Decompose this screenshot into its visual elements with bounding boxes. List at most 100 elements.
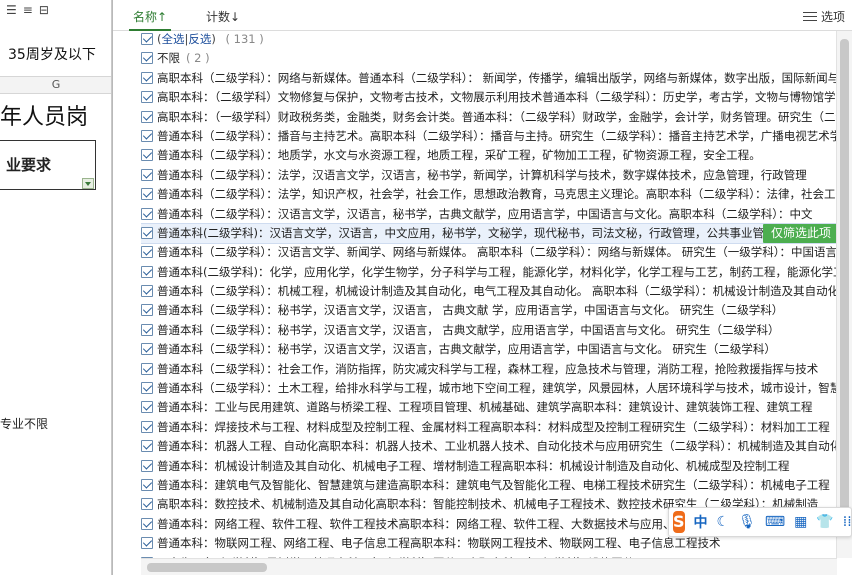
list-item[interactable]: 普通本科（二级学科）：播音与主持艺术。高职本科（二级学科）：播音与主持。研究生（… — [141, 127, 837, 146]
checkbox[interactable] — [141, 168, 153, 181]
align-left-icon[interactable]: ☰ — [6, 3, 17, 17]
list-item-label: 普通本科：机器人工程、自动化高职本科：机器人技术、工业机器人技术、自动化技术与应… — [157, 439, 837, 454]
checkbox[interactable] — [141, 52, 153, 65]
list-item[interactable]: 高职本科：（一级学科）财政税务类，金融类，财务会计类。普通本科：（二级学科）财政… — [141, 108, 837, 127]
list-item[interactable]: 普通本科：物联网工程、网络工程、电子信息工程高职本科：物联网工程技术、物联网工程… — [141, 534, 837, 553]
list-item-label: 普通本科：机械设计制造及其自动化、机械电子工程、增材制造工程高职本科：机械设计制… — [157, 458, 790, 473]
checkbox[interactable] — [141, 440, 153, 453]
list-item-label: 高职本科（二级学科）：网络与新媒体。普通本科（二级学科）： 新闻学，传播学，编辑… — [157, 70, 837, 85]
checkbox[interactable] — [141, 265, 153, 278]
shirt-icon[interactable]: 👕 — [816, 514, 833, 530]
only-filter-this-button[interactable]: 仅筛选此项 — [762, 223, 837, 243]
list-item[interactable]: 普通本科：焊接技术与工程、材料成型及控制工程、金属材料工程高职本科：材料成型及控… — [141, 418, 837, 437]
checkbox[interactable] — [141, 478, 153, 491]
list-item[interactable]: 普通本科（二级学科）：地质学，水文与水资源工程，地质工程，采矿工程，矿物加工工程… — [141, 146, 837, 165]
list-item[interactable]: 不限 ( 2 ) — [141, 49, 837, 68]
list-item[interactable]: 普通本科(二级学科)：汉语言文学，汉语言，中文应用，秘书学，文秘学，现代秘书，司… — [141, 222, 837, 245]
invert-selection-link[interactable]: 反选 — [188, 32, 211, 46]
checkbox[interactable] — [141, 129, 153, 142]
tab-sort-by-name[interactable]: 名称↑ — [128, 8, 172, 31]
sheet-cell-value[interactable]: 专业不限 — [0, 415, 48, 432]
list-item-label: 高职本科：（一级学科）财政税务类，金融类，财务会计类。普通本科：（二级学科）财政… — [157, 109, 837, 124]
checkbox[interactable] — [141, 91, 153, 104]
list-item[interactable]: 普通本科（二级学科）：汉语言文学，汉语言，秘书学，古典文献学，应用语言学，中国语… — [141, 205, 837, 224]
list-item-label: 普通本科：焊接技术与工程、材料成型及控制工程、金属材料工程高职本科：材料成型及控… — [157, 419, 830, 434]
checkbox[interactable] — [141, 285, 153, 298]
checkbox[interactable] — [141, 382, 153, 395]
checkbox[interactable] — [141, 362, 153, 375]
list-item[interactable]: 普通本科（二级学科）：机械工程，机械设计制造及其自动化，电气工程及其自动化。 高… — [141, 282, 837, 301]
checkbox[interactable] — [141, 226, 153, 239]
sheet-title-cell[interactable]: 年人员岗 — [0, 100, 111, 136]
checkbox[interactable] — [141, 323, 153, 336]
filter-dropdown-button[interactable] — [82, 178, 94, 189]
list-item-label: 普通本科（二级学科）：地质学，水文与水资源工程，地质工程，采矿工程，矿物加工工程… — [157, 148, 761, 163]
select-all-row[interactable]: (全选|反选) ( 131 ) — [141, 30, 837, 49]
checkbox[interactable] — [141, 304, 153, 317]
merge-cells-icon[interactable]: ⊟ — [39, 3, 49, 17]
sheet-cell[interactable]: 35周岁及以下 — [0, 42, 111, 68]
checkbox[interactable] — [141, 188, 153, 201]
list-item-label: 高职本科：（二级学科）文物修复与保护，文物考古技术，文物展示利用技术普通本科（二… — [157, 90, 836, 105]
align-right-icon[interactable]: ≡ — [23, 3, 33, 17]
list-item[interactable]: 普通本科(二级学科)：化学，应用化学，化学生物学，分子科学与工程，能源化学，材料… — [141, 263, 837, 282]
checkbox[interactable] — [141, 420, 153, 433]
microphone-icon[interactable]: 🎙 — [738, 514, 756, 530]
list-item-label: 普通本科：建筑电气及智能化、智慧建筑与建造高职本科：建筑电气及智能化工程、电梯工… — [157, 477, 830, 492]
checkbox[interactable] — [141, 498, 153, 511]
vertical-scrollbar[interactable] — [836, 31, 852, 558]
keyboard-icon[interactable]: ⌨ — [765, 514, 785, 530]
tab-sort-by-count[interactable]: 计数↓ — [206, 8, 240, 25]
filter-panel: 名称↑ 计数↓ 选项 (全选|反选) ( 131 ) 不限 ( 2 ) 高职本科（二… — [112, 0, 852, 575]
list-item[interactable]: 高职本科：（二级学科）文物修复与保护，文物考古技术，文物展示利用技术普通本科（二… — [141, 88, 837, 107]
checkbox[interactable] — [141, 110, 153, 123]
language-toggle[interactable]: 中 — [694, 512, 708, 532]
checkbox[interactable] — [141, 33, 153, 45]
apps-icon[interactable]: ⁞⁞ — [843, 514, 852, 530]
checkbox[interactable] — [141, 246, 153, 259]
list-item-label: 普通本科：工业与民用建筑、道路与桥梁工程、工程项目管理、机械基础、建筑学高职本科… — [157, 400, 813, 415]
checkbox[interactable] — [141, 517, 153, 530]
ime-toolbar: S 中 ☾ 🎙 ⌨ ▦ 👕 ⁞⁞ — [668, 507, 852, 537]
list-item-label: 普通本科（二级学科）：土木工程，给排水科学与工程，城市地下空间工程，建筑学，风景… — [157, 381, 837, 396]
checkbox[interactable] — [141, 401, 153, 414]
sogou-logo-icon[interactable]: S — [673, 511, 685, 533]
list-item[interactable]: 高职本科（二级学科）：网络与新媒体。普通本科（二级学科）： 新闻学，传播学，编辑… — [141, 69, 837, 88]
checkbox[interactable] — [141, 459, 153, 472]
list-item[interactable]: 普通本科：机械设计制造及其自动化、机械电子工程、增材制造工程高职本科：机械设计制… — [141, 457, 837, 476]
list-item[interactable]: 普通本科（二级学科）：汉语言文学、新闻学、网络与新媒体。 高职本科（二级学科）：… — [141, 243, 837, 262]
list-item-label: 普通本科(二级学科)：汉语言文学，汉语言，中文应用，秘书学，文秘学，现代秘书，司… — [157, 225, 776, 240]
list-item-label: 不限 — [157, 51, 180, 66]
horizontal-scrollbar[interactable] — [141, 558, 837, 575]
list-item-label: 普通本科（二级学科）：秘书学，汉语言文学，汉语言， 古典文献学，应用语言学，中国… — [157, 322, 780, 337]
list-item[interactable]: 普通本科（二级学科）：秘书学，汉语言文学，汉语言， 古典文献学，应用语言学，中国… — [141, 321, 837, 340]
list-item[interactable]: 普通本科（二级学科）：土木工程，给排水科学与工程，城市地下空间工程，建筑学，风景… — [141, 379, 837, 398]
options-button[interactable]: 选项 — [802, 8, 845, 25]
item-count: ( 2 ) — [186, 51, 210, 66]
list-item[interactable]: 普通本科（二级学科）：社会工作，消防指挥，防灾减灾科学与工程，森林工程，应急技术… — [141, 360, 837, 379]
checkbox[interactable] — [141, 207, 153, 220]
checkbox[interactable] — [141, 149, 153, 162]
scrollbar-thumb[interactable] — [840, 39, 849, 534]
list-item-label: 普通本科（二级学科）：汉语言文学，汉语言，秘书学，古典文献学，应用语言学，中国语… — [157, 206, 813, 221]
list-item-label: 普通本科(二级学科)：化学，应用化学，化学生物学，分子科学与工程，能源化学，材料… — [157, 264, 837, 279]
column-header[interactable]: G — [0, 76, 111, 94]
grid-icon[interactable]: ▦ — [794, 514, 807, 530]
scrollbar-thumb[interactable] — [147, 563, 267, 572]
list-item[interactable]: 普通本科（二级学科）：法学，汉语言文学，汉语言，秘书学，新闻学，计算机科学与技术… — [141, 166, 837, 185]
moon-icon[interactable]: ☾ — [717, 514, 730, 530]
filter-panel-header: 名称↑ 计数↓ 选项 — [113, 0, 852, 31]
list-item[interactable]: 普通本科：机器人工程、自动化高职本科：机器人技术、工业机器人技术、自动化技术与应… — [141, 437, 837, 456]
list-item[interactable]: 普通本科（二级学科）：秘书学，汉语言文学，汉语言，古典文献学，应用语言学，中国语… — [141, 340, 837, 359]
list-item-label: 普通本科（二级学科）：法学，知识产权，社会学，社会工作，思想政治教育，马克思主义… — [157, 187, 837, 202]
list-item[interactable]: 普通本科（二级学科）：法学，知识产权，社会学，社会工作，思想政治教育，马克思主义… — [141, 185, 837, 204]
checkbox[interactable] — [141, 71, 153, 84]
checkbox[interactable] — [141, 537, 153, 550]
filter-values-list: (全选|反选) ( 131 ) 不限 ( 2 ) 高职本科（二级学科）：网络与新媒体… — [141, 30, 837, 558]
checkbox[interactable] — [141, 343, 153, 356]
list-item-label: 普通本科（二级学科）：汉语言文学、新闻学、网络与新媒体。 高职本科（二级学科）：… — [157, 245, 837, 260]
list-item[interactable]: 普通本科：建筑电气及智能化、智慧建筑与建造高职本科：建筑电气及智能化工程、电梯工… — [141, 476, 837, 495]
list-item[interactable]: 普通本科（二级学科）：秘书学，汉语言文学，汉语言， 古典文献 学，应用语言学，中… — [141, 301, 837, 320]
select-all-link[interactable]: 全选 — [162, 32, 185, 46]
list-item[interactable]: 普通本科：工业与民用建筑、道路与桥梁工程、工程项目管理、机械基础、建筑学高职本科… — [141, 398, 837, 417]
